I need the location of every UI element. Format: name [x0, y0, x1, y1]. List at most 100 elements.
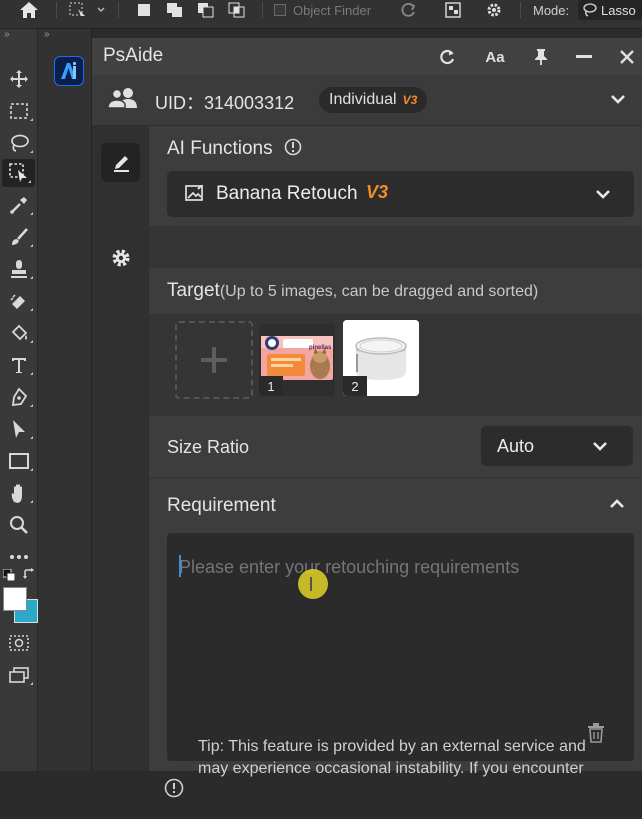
target-image-2[interactable]: 2	[343, 320, 419, 396]
lasso-icon	[583, 3, 597, 17]
psaide-panel: PsAide Aa UID：314003312 Individual V3 AI…	[92, 38, 642, 798]
gear-icon[interactable]	[483, 0, 505, 20]
mode-value: Lasso	[601, 2, 636, 18]
eyedropper-tool-icon[interactable]	[0, 191, 37, 219]
rectangle-tool-icon[interactable]	[0, 447, 37, 475]
requirement-section: Requirement	[149, 479, 642, 771]
chevron-down-icon[interactable]	[610, 94, 626, 104]
size-ratio-value: Auto	[497, 436, 535, 456]
size-ratio-section: Size Ratio Auto	[149, 416, 642, 477]
info-icon	[164, 778, 184, 798]
i-beam-cursor-icon	[310, 577, 312, 591]
paint-bucket-tool-icon[interactable]	[0, 319, 37, 347]
object-finder-label: Object Finder	[293, 2, 372, 18]
size-ratio-label: Size Ratio	[167, 437, 250, 457]
foreground-color-swatch[interactable]	[3, 587, 27, 611]
eraser-tool-icon[interactable]	[0, 287, 37, 315]
object-selection-tool-icon[interactable]	[2, 159, 35, 187]
quick-mask-icon[interactable]	[0, 629, 37, 657]
font-size-icon[interactable]: Aa	[482, 46, 508, 68]
target-heading: Target(Up to 5 images, can be dragged an…	[167, 280, 538, 302]
mode-select[interactable]: Lasso	[578, 0, 642, 20]
settings-gear-icon[interactable]	[110, 247, 132, 269]
target-hint: (Up to 5 images, can be dragged and sort…	[219, 283, 539, 300]
refresh-icon[interactable]	[436, 46, 458, 68]
mode-label: Mode:	[533, 2, 570, 18]
target-label: Target	[167, 280, 220, 301]
options-bar: Object Finder Mode: Lasso	[0, 0, 642, 29]
object-finder-checkbox[interactable]	[272, 0, 288, 20]
stamp-tool-icon[interactable]	[0, 255, 37, 283]
ai-function-select[interactable]: Banana Retouch V3	[167, 171, 634, 217]
package-brand-text: pinellas	[309, 345, 332, 351]
edit-tab-pencil-icon[interactable]	[101, 143, 140, 182]
image-edit-icon	[185, 185, 205, 203]
show-all-objects-icon[interactable]	[442, 0, 464, 20]
plan-badge: Individual V3	[319, 87, 428, 113]
zoom-tool-icon[interactable]	[0, 511, 37, 539]
panel-side-nav	[92, 126, 149, 771]
swap-colors-icon[interactable]	[22, 567, 36, 581]
tip-line-2: may experience occasional instability. I…	[198, 760, 584, 777]
add-to-selection-icon[interactable]	[163, 0, 187, 20]
uid-text: UID：314003312	[155, 93, 295, 113]
panel-icon-strip: »	[38, 29, 92, 771]
psaide-plugin-logo-icon[interactable]	[54, 56, 84, 86]
target-section: Target(Up to 5 images, can be dragged an…	[149, 268, 642, 414]
trash-icon[interactable]	[587, 723, 605, 743]
move-tool-icon[interactable]	[0, 65, 37, 93]
default-colors-icon[interactable]	[3, 569, 15, 581]
subtract-from-selection-icon[interactable]	[195, 0, 217, 20]
new-selection-icon[interactable]	[134, 0, 154, 20]
text-cursor	[179, 555, 181, 577]
users-icon	[108, 86, 138, 110]
ai-functions-label: AI Functions	[167, 138, 273, 159]
path-selection-tool-icon[interactable]	[0, 415, 37, 443]
divider	[118, 2, 119, 18]
home-icon[interactable]	[14, 0, 44, 20]
panel-header: PsAide Aa	[92, 38, 642, 75]
ai-function-selected: Banana Retouch	[216, 183, 358, 204]
expand-panels-icon[interactable]: »	[44, 29, 50, 40]
add-image-button[interactable]	[175, 321, 253, 399]
intersect-selection-icon[interactable]	[226, 0, 248, 20]
lasso-tool-icon[interactable]	[0, 129, 37, 157]
mouse-pointer-highlight	[298, 569, 328, 599]
plan-version-badge: V3	[402, 93, 418, 107]
pin-icon[interactable]	[530, 46, 552, 68]
tools-panel: »	[0, 29, 38, 771]
info-icon[interactable]	[284, 138, 302, 156]
account-bar[interactable]: UID：314003312 Individual V3	[92, 75, 642, 126]
close-icon[interactable]	[616, 46, 638, 68]
size-ratio-select[interactable]: Auto	[481, 426, 633, 466]
chevron-down-icon[interactable]	[592, 441, 608, 451]
plus-icon	[201, 347, 227, 373]
panel-content: AI Functions Banana Retouch V3 Target(Up…	[149, 126, 642, 771]
divider	[56, 2, 57, 18]
image-index-badge: 2	[343, 376, 367, 396]
type-tool-icon[interactable]	[0, 351, 37, 379]
brush-tool-icon[interactable]	[0, 223, 37, 251]
screen-mode-icon[interactable]	[0, 661, 37, 689]
pen-tool-icon[interactable]	[0, 383, 37, 411]
plan-label: Individual	[329, 91, 397, 108]
image-index-badge: 1	[259, 376, 283, 396]
requirement-label: Requirement	[167, 495, 276, 516]
target-image-1[interactable]: pinellas 1	[259, 324, 335, 396]
divider	[520, 2, 521, 18]
collapse-toolbar-icon[interactable]: »	[4, 29, 10, 40]
ai-function-version: V3	[366, 182, 389, 202]
ai-functions-section: AI Functions Banana Retouch V3	[149, 126, 642, 226]
tip-text: Tip: This feature is provided by an exte…	[198, 736, 586, 780]
panel-title: PsAide	[103, 45, 164, 66]
requirement-input[interactable]	[167, 533, 634, 761]
hand-tool-icon[interactable]	[0, 479, 37, 507]
chevron-up-icon[interactable]	[609, 499, 625, 509]
refresh-objects-icon[interactable]	[397, 0, 419, 20]
tip-line-1: Tip: This feature is provided by an exte…	[198, 738, 586, 755]
marquee-tool-icon[interactable]	[0, 97, 37, 125]
object-selection-tool-icon[interactable]	[64, 0, 108, 20]
divider	[262, 2, 263, 18]
minimize-icon[interactable]	[573, 46, 595, 68]
chevron-down-icon[interactable]	[595, 189, 611, 199]
